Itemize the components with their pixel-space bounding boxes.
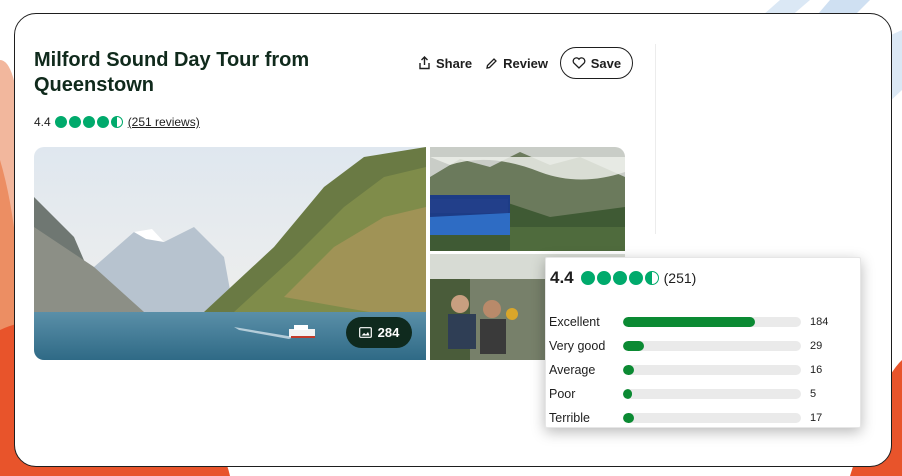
rating-bar-track (623, 317, 801, 327)
rating-bar-fill (623, 389, 632, 399)
rating-bar-label: Very good (549, 339, 606, 353)
save-label: Save (590, 55, 622, 71)
rating-bar-track (623, 389, 801, 399)
action-bar: Share Review Save (418, 47, 633, 79)
rating-distribution: Excellent 184 Very good 29 Average 16 Poor 5 Ter… (549, 310, 839, 430)
rating-bubbles (54, 116, 123, 128)
rating-bar-fill (623, 365, 634, 375)
rating-bar-row[interactable]: Very good 29 (549, 334, 839, 358)
rating-bar-label: Poor (549, 387, 576, 401)
rating-bubble-icon (54, 116, 67, 128)
photo-count: 284 (377, 325, 400, 340)
rating-bar-track (623, 365, 801, 375)
rating-value: 4.4 (34, 115, 51, 129)
heart-icon (572, 57, 586, 69)
coach-photo[interactable] (430, 147, 625, 251)
rating-bubble-icon (612, 271, 627, 285)
rating-bar-count: 16 (810, 364, 823, 376)
rating-bar-row[interactable]: Average 16 (549, 358, 839, 382)
popup-review-count: (251) (663, 270, 697, 286)
rating-bar-label: Excellent (549, 315, 600, 329)
popup-header: 4.4 (251) (550, 268, 696, 288)
rating-bubble-icon (82, 116, 95, 128)
rating-bar-fill (623, 413, 634, 423)
rating-bar-fill (623, 317, 755, 327)
popup-rating-bubbles (580, 271, 659, 285)
rating-bar-row[interactable]: Excellent 184 (549, 310, 839, 334)
rating-bar-row[interactable]: Poor 5 (549, 382, 839, 406)
rating-bubble-icon (628, 271, 643, 285)
rating-bubble-icon (596, 271, 611, 285)
photo-count-badge[interactable]: 284 (346, 317, 412, 348)
rating-bar-count: 29 (810, 340, 823, 352)
rating-bar-count: 184 (810, 316, 829, 328)
rating-bar-track (623, 413, 801, 423)
image-icon (358, 327, 372, 338)
rating-bar-fill (623, 341, 644, 351)
share-icon (419, 56, 430, 70)
rating-breakdown-popup: 4.4 (251) Excellent 184 Very good 29 Average… (545, 257, 861, 428)
rating-bubble-icon (68, 116, 81, 128)
rating-bar-row[interactable]: Terrible 17 (549, 406, 839, 430)
reviews-link[interactable]: (251 reviews) (128, 115, 200, 129)
rating-bar-label: Terrible (549, 411, 590, 425)
review-label: Review (503, 55, 548, 71)
rating-bar-count: 5 (810, 388, 817, 400)
page-title: Milford Sound Day Tour from Queenstown (34, 49, 310, 96)
divider (655, 44, 656, 234)
rating-bar-label: Average (549, 363, 596, 377)
rating-bubble-icon (580, 271, 595, 285)
review-button[interactable]: Review (485, 56, 548, 71)
rating-bar-count: 17 (810, 412, 823, 424)
rating-bubble-icon (96, 116, 109, 128)
popup-rating: 4.4 (550, 268, 574, 287)
coach-image (430, 147, 625, 251)
share-button[interactable]: Share (418, 56, 472, 71)
rating-summary: 4.4 (251 reviews) (34, 115, 200, 129)
rating-half-bubble-icon (110, 116, 123, 128)
rating-half-bubble-icon (644, 271, 659, 285)
pencil-icon (486, 57, 498, 69)
save-button[interactable]: Save (559, 47, 633, 79)
rating-bar-track (623, 341, 801, 351)
share-label: Share (436, 55, 473, 71)
